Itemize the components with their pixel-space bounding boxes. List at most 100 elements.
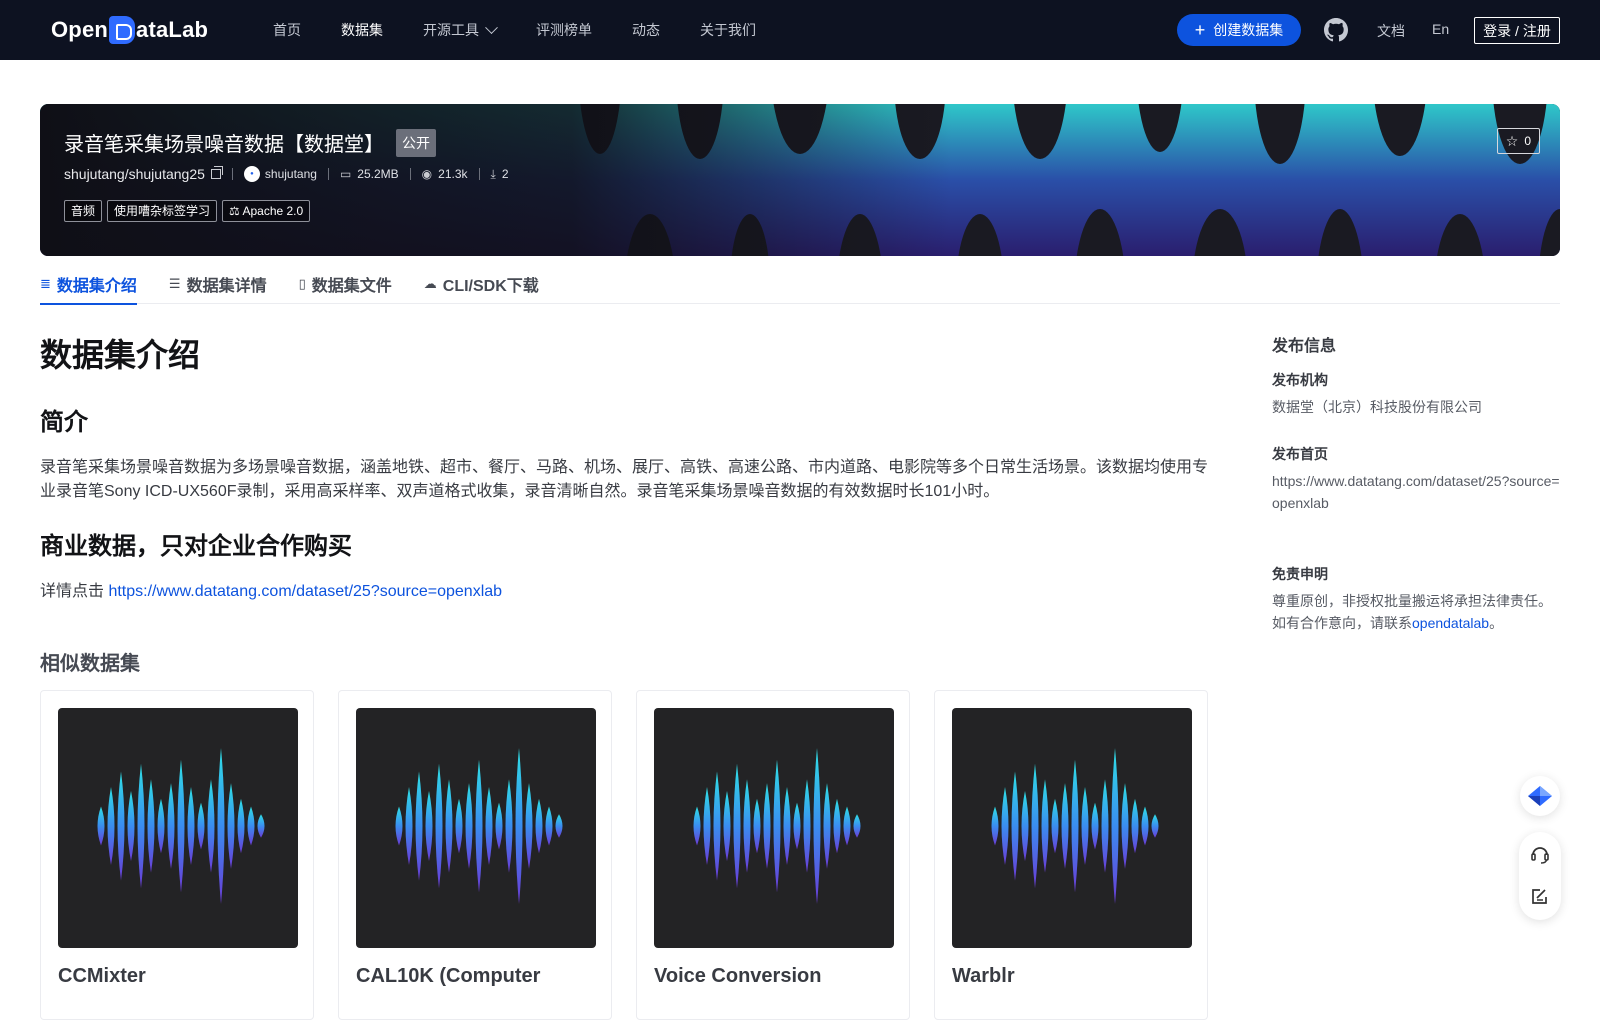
detail-prefix: 详情点击 [40, 583, 109, 600]
similar-datasets-list: CCMixter CAL10K (Computer Voice Conversi… [40, 690, 1232, 1020]
waveform-spike [1091, 802, 1099, 850]
waveform-spike [1071, 759, 1079, 893]
waveform-spike [1111, 748, 1119, 904]
waveform-icon [991, 748, 1159, 904]
similar-dataset-card[interactable]: CCMixter [40, 690, 314, 1020]
divider [327, 168, 329, 180]
waveform-spike [435, 763, 443, 889]
tag-audio[interactable]: 音频 [64, 200, 103, 222]
dataset-title-row: 录音笔采集场景噪音数据【数据堂】 公开 [64, 128, 436, 157]
star-icon: ☆ [1505, 132, 1519, 149]
feedback-button[interactable] [1519, 876, 1561, 916]
waveform-spike [1081, 787, 1089, 865]
waveform-spike [127, 790, 135, 862]
waveform-icon [395, 748, 563, 904]
opendatalab-logo[interactable]: Open ataLab [51, 14, 208, 46]
waveform-spike [167, 783, 175, 869]
waveform-spike [853, 814, 861, 838]
scale-icon: ⚖ [229, 204, 240, 218]
database-icon: ≣ [40, 276, 51, 291]
waveform-spike [843, 806, 851, 846]
tab-cli-sdk[interactable]: ☁ CLI/SDK下载 [424, 264, 539, 304]
nav-news[interactable]: 动态 [632, 20, 660, 40]
waveform-spike [555, 814, 563, 838]
waveform-spike [207, 779, 215, 873]
waveform-spike [107, 787, 115, 865]
waveform-spike [97, 806, 105, 846]
tab-details-label: 数据集详情 [186, 278, 267, 295]
copy-icon[interactable] [210, 166, 223, 179]
waveform-spike [515, 748, 523, 904]
github-icon[interactable] [1324, 18, 1348, 42]
support-button[interactable] [1519, 834, 1561, 874]
waveform-spike [237, 798, 245, 854]
login-register-button[interactable]: 登录 / 注册 [1474, 17, 1560, 44]
disclaimer-text: 尊重原创，非授权批量搬运将承担法律责任。如有合作意向，请联系opendatala… [1272, 590, 1562, 634]
similar-dataset-card[interactable]: CAL10K (Computer [338, 690, 612, 1020]
tab-files-label: 数据集文件 [311, 278, 392, 295]
nav-home[interactable]: 首页 [273, 20, 301, 40]
detail-link[interactable]: https://www.datatang.com/dataset/25?sour… [108, 583, 502, 600]
star-button[interactable]: ☆ 0 [1496, 128, 1540, 154]
waveform-spike [505, 779, 513, 873]
waveform-spike [445, 779, 453, 873]
download-count: 2 [501, 167, 509, 181]
tab-files[interactable]: ▯ 数据集文件 [299, 264, 392, 304]
waveform-spike [485, 787, 493, 865]
assistant-logo-button[interactable] [1520, 776, 1560, 816]
license-label: Apache 2.0 [242, 204, 304, 218]
nav-docs[interactable]: 文档 [1377, 21, 1405, 41]
waveform-spike [1121, 783, 1129, 869]
logo-text-datalab: ataLab [136, 17, 209, 42]
homepage-label: 发布首页 [1272, 446, 1328, 462]
divider [409, 168, 411, 180]
nav-about[interactable]: 关于我们 [700, 20, 756, 40]
visibility-badge: 公开 [396, 128, 436, 157]
owner-name[interactable]: shujutang [265, 167, 317, 181]
similar-dataset-card[interactable]: Voice Conversion [636, 690, 910, 1020]
waveform-spike [733, 763, 741, 889]
commercial-heading: 商业数据，只对企业合作购买 [40, 533, 352, 560]
waveform-spike [545, 806, 553, 846]
dataset-meta: shujutang/shujutang25 ● shujutang ▭ 25.2… [64, 166, 509, 182]
tag-noisy-label[interactable]: 使用嘈杂标签学习 [107, 200, 218, 222]
waveform-spike [743, 779, 751, 873]
contact-link[interactable]: opendatalab [1412, 615, 1489, 631]
waveform-spike [147, 779, 155, 873]
waveform-spike [1001, 787, 1009, 865]
divider [231, 168, 233, 180]
waveform-spike [475, 759, 483, 893]
nav-language[interactable]: En [1432, 21, 1449, 37]
similar-dataset-name: Voice Conversion [654, 965, 822, 987]
page-title: 数据集介绍 [40, 337, 201, 373]
tab-details[interactable]: ☰ 数据集详情 [169, 264, 267, 304]
waveform-spike [1061, 783, 1069, 869]
logo-text-open: Open [51, 17, 109, 42]
waveform-spike [753, 798, 761, 854]
waveform-spike [177, 759, 185, 893]
create-dataset-button[interactable]: + 创建数据集 [1177, 14, 1301, 46]
waveform-spike [723, 790, 731, 862]
license-tag[interactable]: ⚖ Apache 2.0 [222, 200, 311, 222]
similar-datasets-heading: 相似数据集 [40, 653, 140, 675]
waveform-spike [763, 783, 771, 869]
owner-avatar[interactable]: ● [243, 166, 260, 182]
storage-icon: ▭ [339, 167, 352, 181]
waveform-spike [1131, 798, 1139, 854]
tab-introduction[interactable]: ≣ 数据集介绍 [40, 264, 137, 305]
waveform-spike [197, 802, 205, 850]
homepage-link[interactable]: https://www.datatang.com/dataset/25?sour… [1272, 470, 1562, 514]
cloud-icon: ☁ [423, 276, 437, 291]
waveform-spike [991, 806, 999, 846]
edit-note-icon [1532, 889, 1547, 904]
detail-line: 详情点击 https://www.datatang.com/dataset/25… [40, 580, 1208, 604]
similar-dataset-name: CAL10K (Computer [356, 965, 541, 987]
nav-tools[interactable]: 开源工具 [423, 20, 498, 40]
nav-leaderboard[interactable]: 评测榜单 [536, 20, 592, 40]
waveform-icon [97, 748, 265, 904]
publisher-label: 发布机构 [1272, 372, 1328, 388]
similar-dataset-card[interactable]: Warblr [934, 690, 1208, 1020]
waveform-spike [1101, 779, 1109, 873]
nav-datasets[interactable]: 数据集 [341, 20, 383, 40]
waveform-spike [703, 787, 711, 865]
